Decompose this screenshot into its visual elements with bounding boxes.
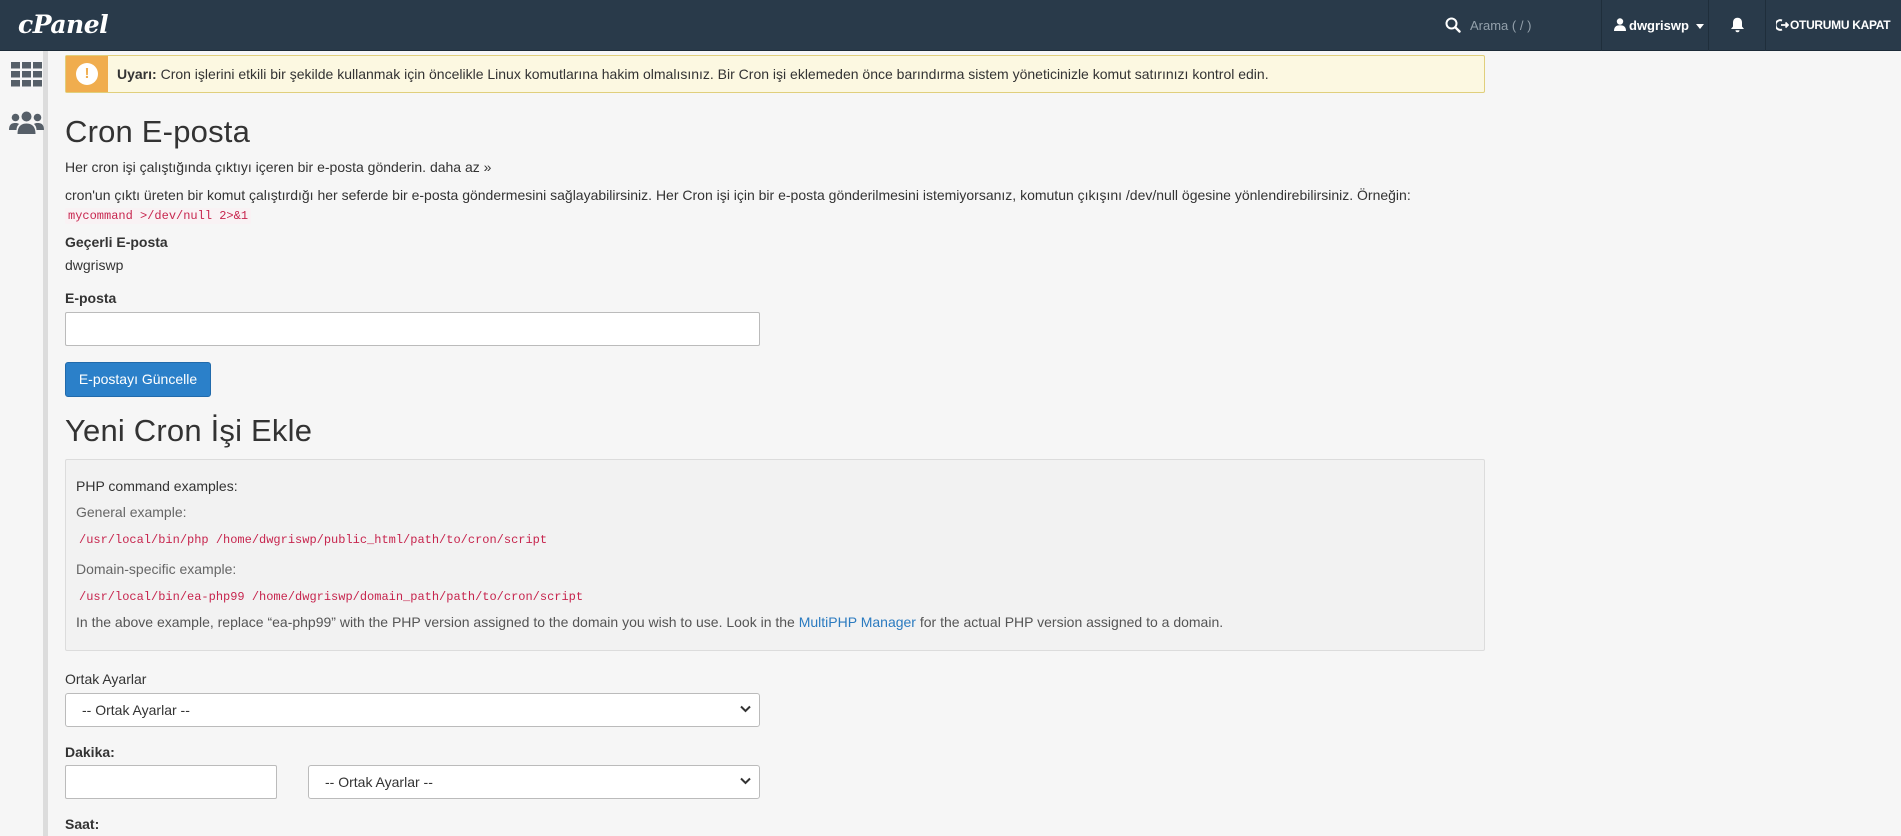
warning-text: Uyarı: Cron işlerini etkili bir şekilde … xyxy=(117,66,1269,82)
logout-button[interactable]: OTURUMU KAPAT xyxy=(1776,18,1891,32)
php-version-note: In the above example, replace “ea-php99”… xyxy=(76,614,1223,630)
cron-email-heading: Cron E-posta xyxy=(65,114,251,149)
caret-down-icon xyxy=(1696,24,1704,29)
example-code: mycommand >/dev/null 2>&1 xyxy=(65,208,252,224)
warning-alert: Uyarı: Cron işlerini etkili bir şekilde … xyxy=(65,55,1485,93)
current-email-value: dwgriswp xyxy=(65,257,124,273)
summary-text: Her cron işi çalıştığında çıktıyı içeren… xyxy=(65,159,427,175)
chevron-down-icon xyxy=(740,777,751,785)
minute-input[interactable] xyxy=(65,765,277,799)
logout-label: OTURUMU KAPAT xyxy=(1790,18,1891,32)
user-menu[interactable]: dwgriswp xyxy=(1601,0,1709,51)
note-text-before: In the above example, replace “ea-php99”… xyxy=(76,614,799,630)
exclamation-icon xyxy=(76,63,98,85)
warning-prefix: Uyarı: xyxy=(117,66,157,82)
common-settings-label: Ortak Ayarlar xyxy=(65,671,147,687)
common-settings-value: -- Ortak Ayarlar -- xyxy=(82,702,190,718)
bell-icon xyxy=(1731,17,1744,33)
general-example-code: /usr/local/bin/php /home/dwgriswp/public… xyxy=(79,533,548,547)
minute-common-select[interactable]: -- Ortak Ayarlar -- xyxy=(308,765,760,799)
sidebar xyxy=(0,51,48,836)
domain-example-label: Domain-specific example: xyxy=(76,561,237,577)
note-text-after: for the actual PHP version assigned to a… xyxy=(915,614,1224,630)
minute-label: Dakika: xyxy=(65,744,115,760)
php-examples-panel: PHP command examples: General example: /… xyxy=(65,459,1485,651)
search-box[interactable] xyxy=(1430,0,1600,51)
notifications-button[interactable] xyxy=(1710,0,1766,51)
username-label: dwgriswp xyxy=(1629,18,1689,33)
email-label: E-posta xyxy=(65,290,117,306)
multiphp-manager-link[interactable]: MultiPHP Manager xyxy=(799,614,916,630)
hour-label: Saat: xyxy=(65,816,100,832)
cron-email-description: cron'un çıktı üreten bir komut çalıştırd… xyxy=(65,187,1411,203)
cron-email-summary: Her cron işi çalıştığında çıktıyı içeren… xyxy=(65,159,491,175)
php-examples-heading: PHP command examples: xyxy=(76,478,238,494)
general-example-label: General example: xyxy=(76,504,187,520)
users-group-icon[interactable] xyxy=(9,111,44,135)
search-icon xyxy=(1445,17,1461,33)
user-icon xyxy=(1614,18,1626,31)
logout-icon xyxy=(1776,19,1789,31)
update-email-button[interactable]: E-postayı Güncelle xyxy=(65,362,211,397)
cpanel-logo[interactable]: cPanel xyxy=(18,12,109,38)
warning-icon-stripe xyxy=(66,56,108,92)
add-cron-heading: Yeni Cron İşi Ekle xyxy=(65,413,313,448)
example-code-line: mycommand >/dev/null 2>&1 xyxy=(65,206,252,224)
current-email-label: Geçerli E-posta xyxy=(65,234,168,250)
email-input[interactable] xyxy=(65,312,760,346)
top-navbar: cPanel dwgriswp OTURUMU KAPAT xyxy=(0,0,1901,51)
search-input[interactable] xyxy=(1470,14,1590,36)
grid-apps-icon[interactable] xyxy=(11,62,42,87)
minute-select-value: -- Ortak Ayarlar -- xyxy=(325,774,433,790)
domain-example-code: /usr/local/bin/ea-php99 /home/dwgriswp/d… xyxy=(79,590,584,604)
chevron-down-icon xyxy=(740,705,751,713)
show-less-link[interactable]: daha az » xyxy=(430,159,492,175)
warning-message: Cron işlerini etkili bir şekilde kullanm… xyxy=(156,66,1269,82)
common-settings-select[interactable]: -- Ortak Ayarlar -- xyxy=(65,693,760,727)
